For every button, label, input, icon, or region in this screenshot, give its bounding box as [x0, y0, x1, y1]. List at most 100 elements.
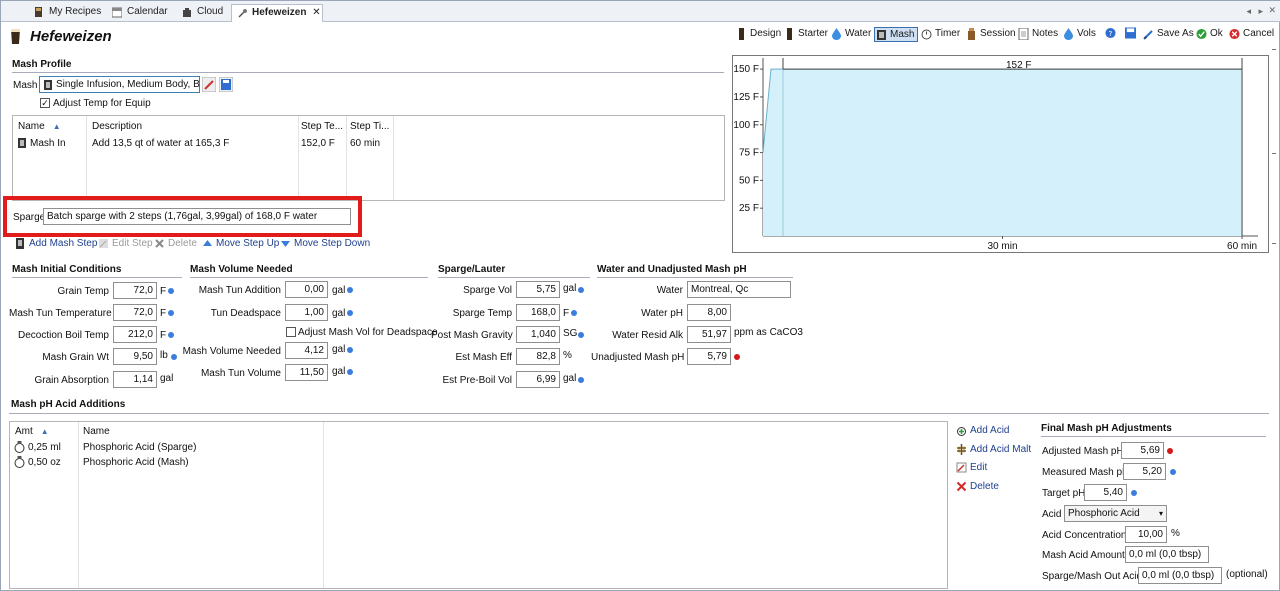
acid-conc-field[interactable]: 10,00	[1125, 526, 1167, 543]
water-ph-label: Water pH	[641, 308, 683, 319]
step-time: 60 min	[350, 138, 381, 149]
tun-temp-field[interactable]: 72,0	[113, 304, 157, 321]
button-label: Notes	[1032, 28, 1059, 39]
adjust-temp-checkbox[interactable]: ✓	[40, 98, 50, 108]
deadspace-field[interactable]: 1,00	[285, 304, 328, 321]
table-row[interactable]: 0,50 oz Phosphoric Acid (Mash)	[10, 455, 947, 470]
water-alk-field[interactable]: 51,97	[687, 326, 731, 343]
acid-amt: 0,50 oz	[28, 457, 61, 468]
tun-addition-field[interactable]: 0,00	[285, 281, 328, 298]
tab-hefeweizen[interactable]: Hefeweizen ✕	[231, 4, 323, 22]
target-ph-field[interactable]: 5,40	[1084, 484, 1127, 501]
tun-volume-field[interactable]: 11,50	[285, 364, 328, 381]
water-ph-field[interactable]: 8,00	[687, 304, 731, 321]
add-acid-icon	[957, 427, 966, 436]
add-acid-button[interactable]: Add Acid	[956, 425, 1009, 436]
session-button[interactable]: Session	[965, 27, 1016, 42]
water-profile-field[interactable]: Montreal, Qc	[687, 281, 791, 298]
acid-conc-label: Acid Concentration	[1042, 530, 1127, 541]
mash-profile-edit-icon[interactable]	[202, 77, 216, 92]
button-label: Add Acid Malt	[970, 444, 1032, 455]
vols-button[interactable]: Vols	[1062, 27, 1096, 42]
tab-scroll-left-icon[interactable]: ◂	[1246, 6, 1251, 17]
delete-step-button[interactable]: Delete	[154, 238, 197, 249]
design-button[interactable]: Design	[735, 27, 781, 42]
adjust-temp-label: Adjust Temp for Equip	[53, 98, 151, 109]
mash-profile-select[interactable]: Single Infusion, Medium Body, Batc	[39, 76, 200, 93]
acid-name: Phosphoric Acid (Sparge)	[83, 442, 197, 453]
acid-amt: 0,25 ml	[28, 442, 61, 453]
col-header-label: Name	[18, 121, 45, 132]
table-row[interactable]: 0,25 ml Phosphoric Acid (Sparge)	[10, 440, 947, 455]
save-as-button[interactable]: Save As	[1142, 27, 1194, 42]
ok-button[interactable]: Ok	[1195, 27, 1223, 42]
volume-needed-field[interactable]: 4,12	[285, 342, 328, 359]
scroll-tick	[1272, 153, 1276, 154]
timer-icon	[921, 29, 932, 40]
post-mash-gravity-label: Post Mash Gravity	[431, 330, 513, 341]
adjusted-ph-label: Adjusted Mash pH	[1042, 446, 1124, 457]
table-row[interactable]: Mash In Add 13,5 qt of water at 165,3 F …	[13, 135, 724, 152]
tab-close-icon[interactable]: ✕	[312, 7, 320, 18]
tab-my-recipes[interactable]: My Recipes	[29, 4, 105, 22]
edit-step-button[interactable]: Edit Step	[98, 238, 153, 249]
mash-button[interactable]: Mash	[874, 27, 919, 42]
grain-temp-field[interactable]: 72,0	[113, 282, 157, 299]
tab-cloud[interactable]: Cloud	[177, 4, 229, 22]
sparge-vol-field[interactable]: 5,75	[516, 281, 560, 298]
chart-step-temp-label: 152 F	[1006, 60, 1032, 71]
delete-x-icon	[956, 481, 967, 492]
preboil-vol-info-dot	[578, 377, 584, 383]
post-mash-gravity-field[interactable]: 1,040	[516, 326, 560, 343]
delete-acid-button[interactable]: Delete	[956, 481, 999, 492]
acid-additions-divider	[9, 413, 1269, 414]
session-icon	[968, 28, 975, 40]
col-header-name[interactable]: Name ▲	[18, 121, 61, 132]
adjust-deadspace-checkbox[interactable]	[286, 327, 296, 337]
cancel-button[interactable]: Cancel	[1228, 27, 1274, 42]
absorption-field[interactable]: 1,14	[113, 371, 157, 388]
measured-ph-field[interactable]: 5,20	[1123, 463, 1166, 480]
mash-eff-field[interactable]: 82,8	[516, 348, 560, 365]
starter-button[interactable]: Starter	[783, 27, 828, 42]
decoction-field[interactable]: 212,0	[113, 326, 157, 343]
mash-acid-amount-field[interactable]: 0,0 ml (0,0 tbsp)	[1125, 546, 1209, 563]
water-button[interactable]: Water	[830, 27, 871, 42]
tab-close-all-icon[interactable]: ✕	[1268, 5, 1276, 16]
mash-label: Mash	[13, 80, 38, 91]
acid-col-name[interactable]: Name	[83, 426, 110, 437]
mash-profile-save-icon[interactable]	[219, 77, 233, 92]
col-header-description[interactable]: Description	[92, 121, 142, 132]
mash-profile-value: Single Infusion, Medium Body, Batc	[56, 79, 200, 90]
add-mash-step-button[interactable]: Add Mash Step	[15, 238, 97, 249]
acid-type-select[interactable]: Phosphoric Acid ▾	[1064, 505, 1167, 522]
edit-acid-button[interactable]: Edit	[956, 462, 987, 473]
save-button[interactable]	[1125, 27, 1136, 42]
target-ph-label: Target pH	[1042, 488, 1086, 499]
button-label: Water	[845, 28, 872, 39]
col-header-step-temp[interactable]: Step Te...	[301, 121, 343, 132]
tab-calendar[interactable]: Calendar	[107, 4, 171, 22]
sparge-temp-field[interactable]: 168,0	[516, 304, 560, 321]
adjusted-ph-field[interactable]: 5,69	[1121, 442, 1164, 459]
add-acid-malt-button[interactable]: Add Acid Malt	[956, 444, 1031, 455]
unadjusted-ph-field[interactable]: 5,79	[687, 348, 731, 365]
measured-ph-info-dot	[1170, 469, 1176, 475]
acid-conc-unit: %	[1171, 528, 1180, 539]
grain-wt-field[interactable]: 9,50	[113, 348, 157, 365]
move-step-up-button[interactable]: Move Step Up	[202, 238, 279, 249]
sparge-acid-field[interactable]: 0,0 ml (0,0 tbsp)	[1138, 567, 1222, 584]
edit-icon	[956, 462, 967, 473]
help-button[interactable]: ?	[1105, 27, 1116, 42]
acid-bottle-icon	[14, 441, 25, 453]
preboil-vol-field[interactable]: 6,99	[516, 371, 560, 388]
starter-icon	[787, 28, 792, 40]
sparge-acid-label: Sparge/Mash Out Acid	[1042, 571, 1143, 582]
timer-button[interactable]: Timer	[920, 27, 960, 42]
notes-button[interactable]: Notes	[1017, 27, 1058, 42]
tab-scroll-right-icon[interactable]: ▸	[1258, 6, 1263, 17]
col-header-step-time[interactable]: Step Ti...	[350, 121, 389, 132]
beer-glass-icon	[11, 29, 20, 44]
acid-col-amt[interactable]: Amt ▲	[15, 426, 49, 437]
move-step-down-button[interactable]: Move Step Down	[280, 238, 370, 249]
